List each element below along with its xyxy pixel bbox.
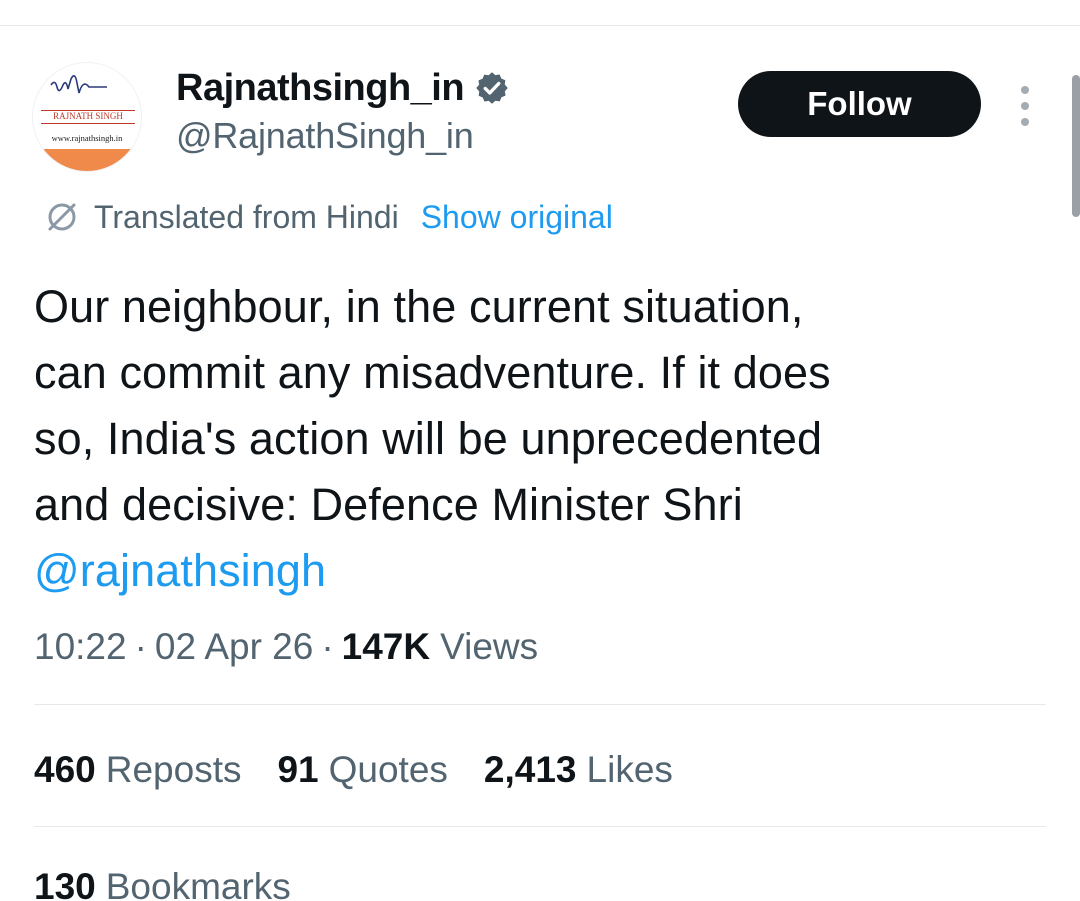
reposts-stat[interactable]: 460 Reposts [34,749,241,791]
follow-button[interactable]: Follow [738,71,981,137]
meta-separator: · [321,626,334,667]
more-dot [1021,118,1029,126]
more-dot [1021,102,1029,110]
scrollbar-thumb[interactable] [1072,75,1080,217]
divider [34,704,1046,705]
tweet-text-line: so, India's action will be unprecedented [34,413,823,464]
meta-separator: · [134,626,147,667]
translate-icon [48,203,76,231]
more-dot [1021,86,1029,94]
tweet-time[interactable]: 10:22 [34,626,127,668]
tweet-text-line: can commit any misadventure. If it does [34,347,831,398]
mention-link[interactable]: @rajnathsingh [34,545,326,596]
tweet-date[interactable]: 02 Apr 26 [155,626,313,668]
tweet-text: Our neighbour, in the current situation,… [34,274,1034,604]
author-display-name[interactable]: Rajnathsingh_in [176,67,465,110]
tweet-detail-page: RAJNATH SINGH www.rajnathsingh.in Rajnat… [0,0,1080,901]
translation-row: Translated from Hindi Show original [44,196,613,238]
reposts-count: 460 [34,749,96,790]
quotes-label: Quotes [328,749,448,790]
likes-label: Likes [586,749,673,790]
divider [34,826,1046,827]
top-divider [0,25,1080,26]
avatar-url-text: www.rajnathsingh.in [52,133,123,143]
author-handle[interactable]: @RajnathSingh_in [176,115,474,157]
likes-stat[interactable]: 2,413 Likes [484,749,673,791]
translated-from-label: Translated from Hindi [94,198,399,235]
tweet-text-line: and decisive: Defence Minister Shri [34,479,743,530]
bookmarks-count: 130 [34,866,96,901]
verified-badge-icon[interactable] [474,70,510,106]
engagement-stats: 460 Reposts 91 Quotes 2,413 Likes [34,744,709,796]
likes-count: 2,413 [483,749,577,790]
show-original-link[interactable]: Show original [421,199,613,236]
views-count: 147K [341,626,431,667]
views-label: Views [440,626,539,667]
author-name-row: Rajnathsingh_in [176,64,510,112]
avatar[interactable]: RAJNATH SINGH www.rajnathsingh.in [32,62,142,172]
reposts-label: Reposts [105,749,242,790]
quotes-stat[interactable]: 91 Quotes [277,749,447,791]
quotes-count: 91 [277,749,319,790]
bookmarks-label: Bookmarks [105,866,291,901]
more-vertical-icon[interactable] [1014,86,1036,126]
tweet-text-line: Our neighbour, in the current situation, [34,281,804,332]
avatar-title-text: RAJNATH SINGH [53,111,123,121]
bookmarks-stat[interactable]: 130 Bookmarks [34,866,291,901]
tweet-meta: 10:22 · 02 Apr 26 · 147K Views [34,622,538,672]
avatar-logo: RAJNATH SINGH www.rajnathsingh.in [33,63,141,171]
